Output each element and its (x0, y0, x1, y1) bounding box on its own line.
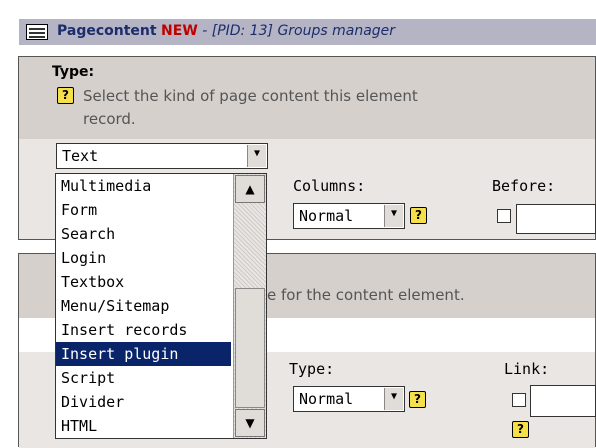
header-title: Pagecontent NEW - [PID: 13] Groups manag… (57, 23, 395, 39)
before-input[interactable] (516, 204, 596, 234)
dropdown-list: Multimedia Form Search Login Textbox Men… (56, 174, 231, 438)
before-label: Before: (492, 177, 556, 195)
content-type-dropdown[interactable]: Multimedia Form Search Login Textbox Men… (55, 173, 267, 439)
before-checkbox[interactable] (497, 209, 511, 223)
chevron-down-icon[interactable]: ▼ (384, 205, 403, 227)
type-field-band: Type: ? Select the kind of page content … (19, 57, 595, 139)
type-label: Type: (52, 64, 95, 80)
content-type-value: Text (62, 147, 99, 165)
dropdown-item-form[interactable]: Form (56, 198, 231, 222)
dropdown-item-menu-sitemap[interactable]: Menu/Sitemap (56, 294, 231, 318)
dropdown-item-search[interactable]: Search (56, 222, 231, 246)
link-checkbox[interactable] (512, 393, 526, 407)
dropdown-item-insert-plugin[interactable]: Insert plugin (56, 342, 231, 366)
header-type-select[interactable]: Normal ▼ (293, 386, 405, 412)
dropdown-item-html[interactable]: HTML (56, 414, 231, 438)
dropdown-scrollbar[interactable]: ▲ ▼ (233, 174, 266, 438)
header-description: e for the content element. (267, 286, 465, 304)
record-header: Pagecontent NEW - [PID: 13] Groups manag… (19, 19, 596, 45)
header-type-label: Type: (289, 360, 335, 378)
type-description: Select the kind of page content this ele… (83, 87, 418, 105)
columns-value: Normal (299, 207, 354, 225)
help-icon[interactable]: ? (409, 391, 426, 408)
link-input[interactable] (530, 385, 596, 417)
help-icon[interactable]: ? (512, 421, 529, 438)
header-title-new: NEW (161, 23, 198, 39)
dropdown-item-insert-records[interactable]: Insert records (56, 318, 231, 342)
chevron-down-icon[interactable]: ▼ (247, 145, 266, 167)
page-content-icon (26, 24, 48, 40)
scroll-up-icon[interactable]: ▲ (235, 175, 265, 203)
dropdown-item-login[interactable]: Login (56, 246, 231, 270)
header-title-rest: - [PID: 13] Groups manager (197, 23, 396, 39)
header-title-main: Pagecontent (57, 23, 157, 39)
scroll-down-icon[interactable]: ▼ (235, 409, 265, 437)
scrollbar-thumb[interactable] (235, 288, 265, 408)
help-icon[interactable]: ? (410, 207, 427, 224)
header-type-value: Normal (299, 390, 354, 408)
help-icon[interactable]: ? (57, 87, 74, 104)
chevron-down-icon[interactable]: ▼ (384, 388, 403, 410)
link-label: Link: (504, 360, 550, 378)
columns-select[interactable]: Normal ▼ (293, 203, 405, 229)
content-type-select[interactable]: Text ▼ (56, 143, 268, 169)
dropdown-item-textbox[interactable]: Textbox (56, 270, 231, 294)
dropdown-item-divider[interactable]: Divider (56, 390, 231, 414)
dropdown-item-script[interactable]: Script (56, 366, 231, 390)
dropdown-item-multimedia[interactable]: Multimedia (56, 174, 231, 198)
type-description-cont: record. (83, 110, 136, 128)
columns-label: Columns: (293, 177, 366, 195)
